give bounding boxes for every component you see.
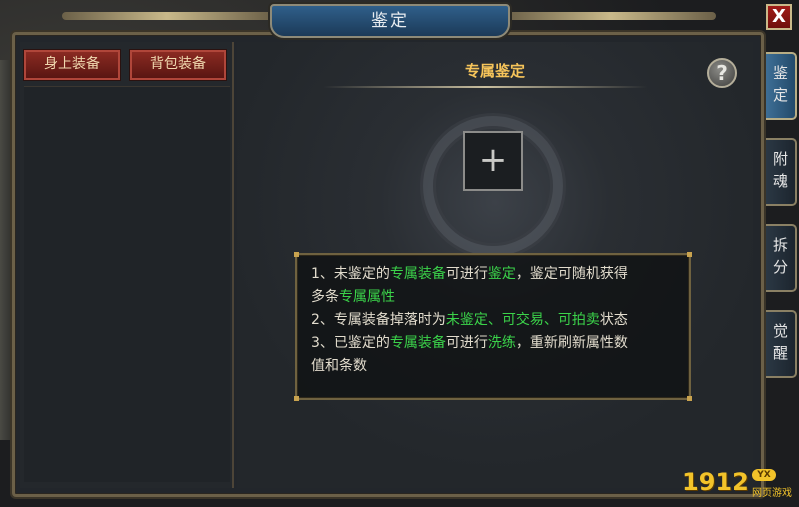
instruction-line: 3、已鉴定的专属装备可进行洗练，重新刷新属性数 [311,332,677,355]
equipment-list-panel: 身上装备 背包装备 [20,42,234,488]
window-title: 鉴定 [371,11,409,31]
instruction-text: ，鉴定可随机获得 [515,266,628,282]
help-button[interactable]: ? [707,58,737,88]
tab-appraise[interactable]: 鉴定 [766,52,797,120]
panel-heading: 专属鉴定 [464,62,525,80]
instruction-text: 值和条数 [311,358,367,374]
tab-worn-equipment[interactable]: 身上装备 [24,50,120,80]
site-watermark: 1912 [682,468,749,496]
corner-ornament [687,252,692,257]
instruction-line: 值和条数 [311,355,677,378]
highlight-text: 鉴定 [487,266,516,282]
banner-wing-left [62,12,272,20]
tab-soul-attach[interactable]: 附魂 [766,138,797,206]
instruction-line: 1、未鉴定的专属装备可进行鉴定，鉴定可随机获得 [311,263,677,286]
equipment-list[interactable] [24,86,230,482]
instruction-line: 多条专属属性 [311,286,677,309]
instruction-lines: 1、未鉴定的专属装备可进行鉴定，鉴定可随机获得 多条专属属性 2、专属装备掉落时为未… [311,263,677,378]
appraisal-panel: 专属鉴定 ? + 1、未鉴定的专属装备可进行鉴定，鉴定可随机获得 多条专属属性 2、… [237,42,753,488]
instruction-text: 1、未鉴定的 [311,266,390,282]
highlight-text: 专属装备 [389,335,446,351]
equipment-slot[interactable]: + [463,131,523,191]
instruction-text: 可进行 [445,266,488,282]
instruction-text: 状态 [599,312,628,328]
tab-awaken[interactable]: 觉醒 [766,310,797,378]
window-title-banner: 鉴定 [270,4,510,38]
corner-ornament [294,252,299,257]
instruction-text: ，重新刷新属性数 [515,335,628,351]
banner-wing-right [506,12,716,20]
highlight-text: 专属装备 [389,266,446,282]
instruction-text: 3、已鉴定的 [311,335,390,351]
corner-ornament [294,396,299,401]
instruction-text: 多条 [311,289,339,305]
instruction-text: 2、专属装备掉落时为 [311,312,446,328]
highlight-text: 未鉴定、可交易、可拍卖 [445,312,600,328]
corner-ornament [687,396,692,401]
close-button[interactable]: X [766,4,792,30]
watermark-subtitle: 网页游戏 [752,488,792,499]
highlight-text: 专属属性 [339,289,395,305]
instruction-text: 可进行 [445,335,488,351]
heading-divider [323,86,647,88]
tab-bag-equipment[interactable]: 背包装备 [130,50,226,80]
tab-split[interactable]: 拆分 [766,224,797,292]
instruction-line: 2、专属装备掉落时为未鉴定、可交易、可拍卖状态 [311,309,677,332]
highlight-text: 洗练 [487,335,516,351]
watermark-badge: YX [752,469,776,481]
instructions-box: 1、未鉴定的专属装备可进行鉴定，鉴定可随机获得 多条专属属性 2、专属装备掉落时为未… [294,252,692,401]
